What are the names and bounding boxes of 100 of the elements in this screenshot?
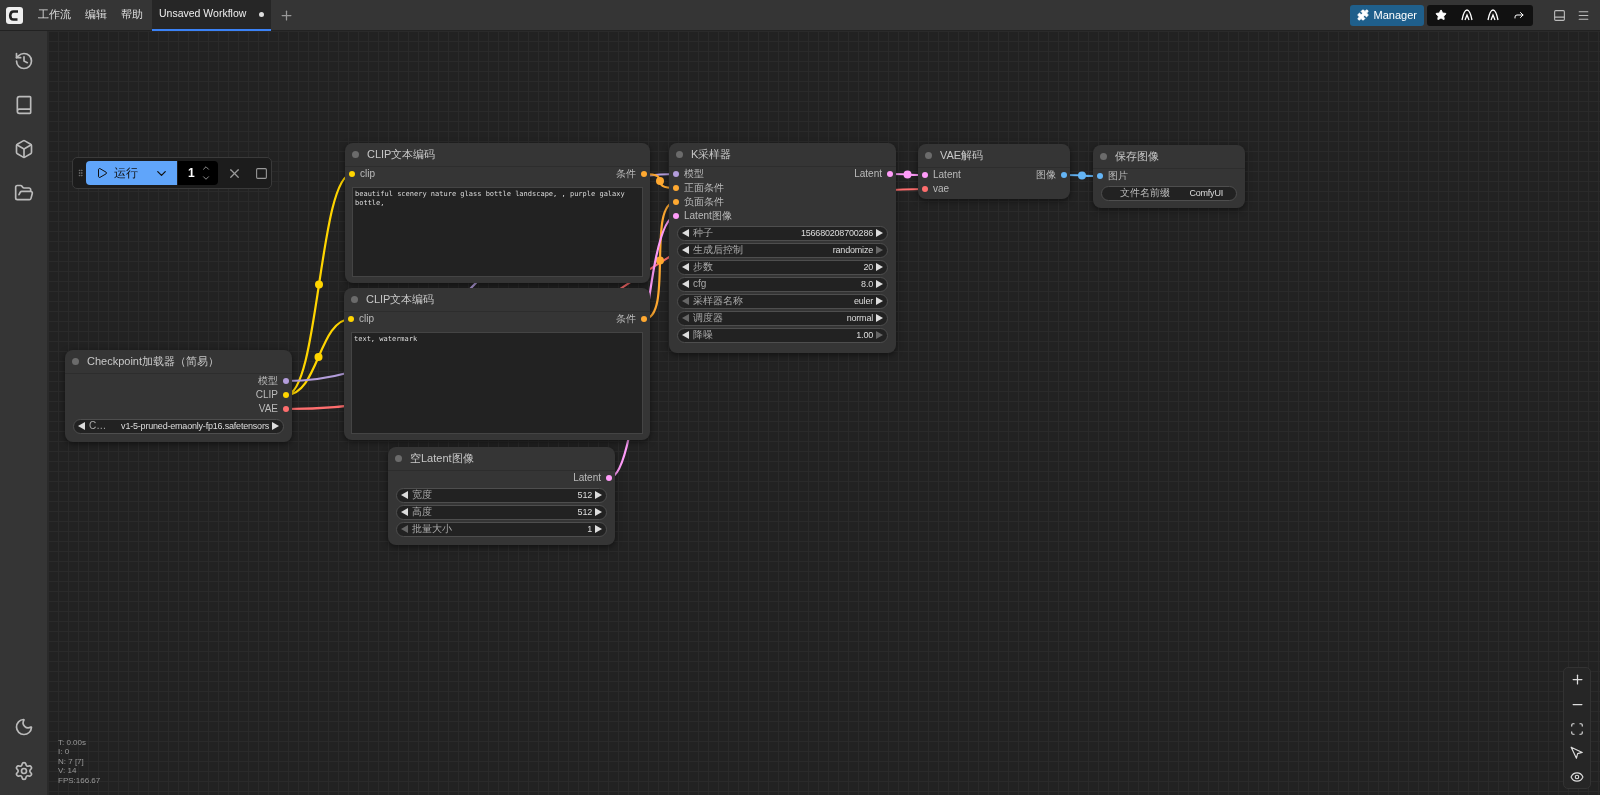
node-card[interactable]: 空Latent图像 Latent 宽度 512 高度 512 批量大小 1 (388, 447, 615, 545)
input-slot-label: 模型 (684, 169, 704, 179)
widget-value: normal (846, 313, 874, 323)
widget-label: 高度 (411, 507, 432, 518)
widget-value: 8.0 (861, 279, 874, 289)
output-slot-label: 条件 (616, 169, 636, 179)
widget-value: 156680208700286 (800, 228, 874, 238)
fit-view-icon[interactable] (1570, 722, 1584, 736)
batch-count-value: 1 (188, 165, 195, 182)
widget-value: 512 (577, 490, 593, 500)
output-slot-label: 图像 (1036, 170, 1056, 180)
widget-value: 1.00 (856, 330, 874, 340)
number-widget[interactable]: 批量大小 1 (396, 522, 607, 537)
combo-widget[interactable]: 生成后控制 randomize (677, 243, 888, 258)
input-slot-label: 图片 (1108, 171, 1128, 181)
settings-icon[interactable] (14, 761, 34, 781)
workflow-tab[interactable]: Unsaved Workflow (152, 0, 272, 31)
theme-moon-icon[interactable] (14, 717, 34, 737)
stats-line: T: 0.00s (58, 737, 87, 747)
number-widget[interactable]: cfg 8.0 (677, 277, 888, 292)
menu-item[interactable]: 帮助 (114, 7, 150, 23)
stats-line: V: 14 (58, 766, 78, 776)
node-card[interactable]: Checkpoint加载器（简易） 模型 CLIP VAE C… v1-5-pruned-emaonly-fp16.safetensors (65, 350, 292, 442)
menu-icon[interactable] (1577, 8, 1590, 22)
widget-value: 20 (863, 262, 874, 272)
widget-value: 512 (577, 507, 593, 517)
number-widget[interactable]: 宽度 512 (396, 488, 607, 503)
number-widget[interactable]: 高度 512 (396, 505, 607, 520)
manager-button[interactable]: Manager (1349, 4, 1424, 26)
output-slot-label: Latent (854, 169, 882, 179)
folder-icon[interactable] (14, 183, 34, 203)
combo-widget[interactable]: C… v1-5-pruned-emaonly-fp16.safetensors (73, 419, 284, 434)
input-slot-label: Latent图像 (684, 211, 732, 221)
drag-handle-icon[interactable] (76, 167, 85, 179)
widget-label: 生成后控制 (692, 245, 743, 256)
node-title: 保存图像 (1115, 149, 1159, 165)
book-icon[interactable] (14, 95, 34, 115)
menu-item[interactable]: 编辑 (78, 7, 114, 23)
node-card[interactable]: K采样器 模型 Latent 正面条件 负面条件 Latent图像 种子 156680208700286 生成后控制 randomize 步数 20 cfg 8.0 采样器名称 euler 调度器 normal 降噪 1.00 (669, 143, 896, 353)
menu-item[interactable]: 工作流 (31, 7, 78, 23)
output-slot-label: Latent (573, 473, 601, 483)
add-tab-icon[interactable] (279, 7, 295, 23)
combo-widget[interactable]: 调度器 normal (677, 311, 888, 326)
input-slot-label: Latent (933, 170, 961, 180)
widget-label: 批量大小 (411, 524, 452, 535)
cube-icon[interactable] (14, 139, 34, 159)
widget-label: 文件名前缀 (1119, 188, 1170, 199)
output-slot-label: 模型 (258, 376, 278, 386)
right-arrow-icon[interactable] (272, 422, 279, 431)
run-button[interactable]: 运行 (86, 161, 177, 185)
widget-label: 步数 (692, 262, 713, 273)
node-canvas[interactable] (48, 31, 1600, 795)
widget-value: randomize (832, 245, 874, 255)
node-card[interactable]: 保存图像 图片 文件名前缀 ComfyUI (1093, 145, 1245, 208)
node-card[interactable]: VAE解码 Latent 图像 vae (918, 144, 1070, 199)
play-icon (96, 167, 108, 179)
widget-label: C… (88, 421, 107, 432)
node-title: CLIP文本编码 (367, 147, 436, 163)
widget-label: 采样器名称 (692, 296, 743, 307)
decrement-icon[interactable] (200, 173, 211, 183)
input-slot-label: clip (360, 169, 375, 179)
output-slot-label: CLIP (255, 390, 278, 400)
node-title: K采样器 (691, 147, 732, 163)
node-title: VAE解码 (940, 148, 984, 164)
widget-value: ComfyUI (1189, 188, 1224, 198)
puzzle-icon (1356, 9, 1369, 21)
zoom-in-icon[interactable] (1569, 672, 1585, 687)
number-widget[interactable]: 种子 156680208700286 (677, 226, 888, 241)
node-title: 空Latent图像 (410, 451, 474, 467)
eye-icon[interactable] (1570, 770, 1584, 784)
increment-icon[interactable] (200, 163, 211, 173)
pointer-icon[interactable] (1570, 746, 1584, 760)
curve-icon[interactable] (1461, 9, 1473, 21)
widget-value: v1-5-pruned-emaonly-fp16.safetensors (121, 421, 270, 431)
left-arrow-icon[interactable] (78, 422, 85, 431)
number-widget[interactable]: 降噪 1.00 (677, 328, 888, 343)
stats-line: I: 0 (58, 747, 71, 757)
number-widget[interactable]: 步数 20 (677, 260, 888, 275)
stop-icon[interactable] (255, 166, 268, 180)
app-logo[interactable] (6, 6, 23, 24)
widget-label: 调度器 (692, 313, 723, 324)
widget-label: 宽度 (411, 490, 432, 501)
stats-line: FPS:166.67 (58, 775, 101, 785)
output-slot-label: VAE (258, 404, 278, 414)
input-slot-label: clip (359, 314, 374, 324)
curve-icon[interactable] (1487, 9, 1499, 21)
star-icon[interactable] (1435, 9, 1447, 21)
input-slot-label: 负面条件 (684, 197, 724, 207)
input-slot-label: vae (933, 184, 950, 194)
panel-toggle-icon[interactable] (1553, 8, 1566, 22)
combo-widget[interactable]: 采样器名称 euler (677, 294, 888, 309)
text-widget[interactable]: 文件名前缀 ComfyUI (1101, 186, 1237, 201)
output-slot-label: 条件 (616, 314, 636, 324)
stats-line: N: 7 [7] (58, 756, 85, 766)
share-arrow-icon[interactable] (1513, 9, 1525, 21)
widget-value: euler (854, 296, 874, 306)
batch-count-field[interactable]: 1 (178, 161, 218, 185)
widget-label: cfg (692, 279, 707, 290)
widget-value: 1 (587, 524, 593, 534)
history-icon[interactable] (14, 51, 34, 71)
